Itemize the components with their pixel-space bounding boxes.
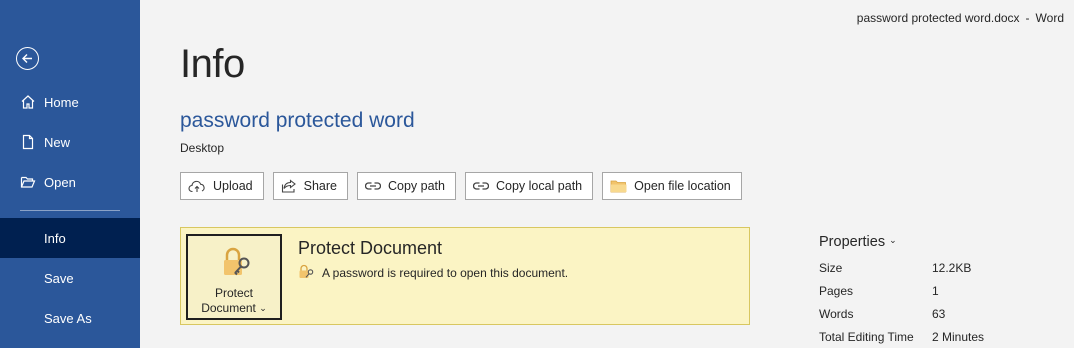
share-button[interactable]: Share — [272, 172, 348, 200]
chevron-down-icon: ⌄ — [889, 234, 897, 245]
open-file-location-label: Open file location — [634, 179, 731, 193]
protect-document-label: Protect Document ⌄ — [188, 286, 280, 317]
nav-new[interactable]: New — [0, 122, 140, 162]
properties-dropdown[interactable]: Properties ⌄ — [819, 234, 897, 250]
lock-key-icon — [220, 246, 254, 285]
protect-heading: Protect Document — [298, 238, 443, 258]
nav-open[interactable]: Open — [0, 162, 140, 202]
copy-path-label: Copy path — [387, 179, 445, 193]
cloud-upload-icon — [188, 179, 206, 193]
nav-new-label: New — [44, 134, 71, 150]
window-filename: password protected word.docx — [856, 11, 1020, 25]
protect-description-text: A password is required to open this docu… — [322, 266, 569, 280]
nav-info-label: Info — [44, 230, 66, 246]
protect-document-button[interactable]: Protect Document ⌄ — [186, 234, 282, 320]
property-key: Pages — [819, 284, 854, 298]
property-value: 12.2KB — [932, 261, 972, 275]
chevron-down-icon: ⌄ — [259, 303, 267, 313]
nav-save-as[interactable]: Save As — [0, 298, 140, 338]
protect-document-panel: Protect Document ⌄ Protect Document A pa… — [180, 227, 750, 325]
property-key: Total Editing Time — [819, 330, 914, 344]
property-value: 1 — [932, 284, 939, 298]
window-title: password protected word.docx - Word — [857, 11, 1064, 25]
home-icon — [20, 94, 36, 110]
page-title: Info — [180, 42, 245, 86]
nav-save-label: Save — [44, 270, 74, 286]
property-value: 2 Minutes — [932, 330, 985, 344]
protect-label-line2-text: Document — [201, 301, 256, 315]
open-file-location-button[interactable]: Open file location — [602, 172, 742, 200]
window-app-name: Word — [1035, 11, 1064, 25]
back-button[interactable] — [16, 47, 39, 70]
nav-home[interactable]: Home — [0, 82, 140, 122]
window-title-separator: - — [1025, 11, 1030, 25]
property-value: 63 — [932, 307, 946, 321]
nav-open-label: Open — [44, 174, 76, 190]
copy-path-button[interactable]: Copy path — [356, 172, 456, 200]
protect-label-line2: Document ⌄ — [188, 301, 280, 317]
document-location: Desktop — [180, 141, 225, 155]
document-name: password protected word — [180, 109, 415, 132]
property-key: Words — [819, 307, 854, 321]
share-label: Share — [303, 179, 337, 193]
arrow-left-icon — [22, 54, 32, 63]
upload-label: Upload — [213, 179, 253, 193]
properties-title: Properties — [819, 234, 886, 250]
nav-save-as-label: Save As — [44, 310, 92, 326]
share-icon — [281, 179, 297, 193]
lock-key-icon — [298, 264, 316, 282]
copy-local-path-label: Copy local path — [495, 179, 583, 193]
protect-label-line1: Protect — [214, 286, 253, 300]
nav-home-label: Home — [44, 94, 79, 110]
nav-info[interactable]: Info — [0, 218, 140, 258]
document-actions: Upload Share Copy path Copy local path O… — [180, 172, 742, 200]
nav-save[interactable]: Save — [0, 258, 140, 298]
folder-open-icon — [20, 174, 36, 190]
copy-local-path-button[interactable]: Copy local path — [464, 172, 594, 200]
new-document-icon — [20, 134, 36, 150]
upload-button[interactable]: Upload — [180, 172, 264, 200]
folder-icon — [610, 179, 627, 193]
link-icon — [364, 181, 381, 191]
link-icon — [472, 181, 489, 191]
backstage-sidebar: Home New Open Info Save Save As — [0, 0, 140, 348]
sidebar-divider — [20, 210, 120, 211]
property-key: Size — [819, 261, 843, 275]
protect-description: A password is required to open this docu… — [298, 264, 568, 282]
